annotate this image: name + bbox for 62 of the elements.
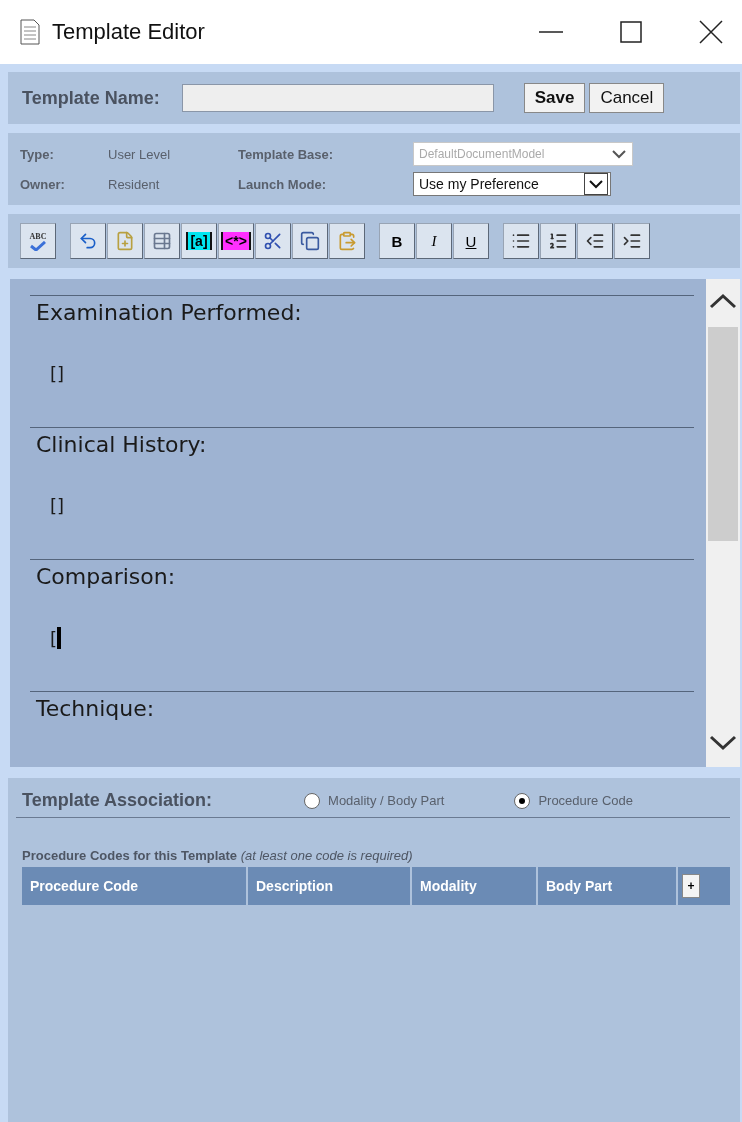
outdent-icon: [585, 231, 605, 251]
new-document-icon: [115, 231, 135, 251]
dropdown[interactable]: Use my Preference: [413, 172, 611, 196]
field-label: Template Base:: [238, 146, 335, 162]
italic-button[interactable]: I: [416, 223, 452, 259]
numbered-list-icon: [548, 231, 568, 251]
maximize-icon[interactable]: [618, 19, 644, 45]
indent-button[interactable]: [614, 223, 650, 259]
column-header: Procedure Code: [22, 867, 246, 905]
outdent-button[interactable]: [577, 223, 613, 259]
field-label: Owner:: [20, 176, 66, 192]
text-cursor: [57, 627, 62, 649]
bulleted-list-icon: [511, 231, 531, 251]
scrollbar[interactable]: [706, 279, 740, 767]
field-button[interactable]: [144, 223, 180, 259]
paste-button[interactable]: [329, 223, 365, 259]
column-header: Description: [248, 867, 410, 905]
checkmark-icon: [29, 240, 47, 251]
caret-icon: [584, 173, 608, 195]
scrollbar-thumb[interactable]: [708, 327, 738, 541]
underline-button[interactable]: U: [453, 223, 489, 259]
tag-button[interactable]: <*>: [218, 223, 254, 259]
field-icon: [152, 231, 172, 251]
cancel-button[interactable]: Cancel: [589, 83, 665, 113]
copy-icon: [300, 231, 320, 251]
template-name-label: Template Name:: [22, 87, 160, 109]
field-value: Resident: [108, 176, 161, 192]
undo-icon: [78, 231, 98, 251]
close-icon[interactable]: [698, 19, 724, 45]
save-button[interactable]: Save: [523, 83, 586, 113]
radio-option[interactable]: Procedure Code: [514, 792, 634, 809]
numbered-list-button[interactable]: [540, 223, 576, 259]
add-button[interactable]: +: [682, 874, 700, 898]
undo-button[interactable]: [70, 223, 106, 259]
template-name-field[interactable]: [181, 84, 494, 112]
column-header: Modality: [412, 867, 536, 905]
section-heading: Clinical History:: [36, 432, 208, 457]
placeholder-brackets: [: [50, 627, 58, 649]
section-heading: Examination Performed:: [36, 300, 303, 325]
table-caption: Procedure Codes for this Template (at least one code is required): [22, 848, 414, 863]
new-document-button[interactable]: [107, 223, 143, 259]
field-label: Type:: [20, 146, 55, 162]
field-value: User Level: [108, 146, 172, 162]
placeholder-brackets: []: [50, 363, 65, 384]
field-label: Launch Mode:: [238, 176, 328, 192]
scissors-button[interactable]: [255, 223, 291, 259]
window-title: Template Editor: [52, 19, 206, 45]
tag-button[interactable]: [a]: [181, 223, 217, 259]
indent-icon: [622, 231, 642, 251]
placeholder-brackets: []: [50, 495, 65, 516]
column-header: Body Part: [538, 867, 676, 905]
bulleted-list-button[interactable]: [503, 223, 539, 259]
document-icon: [20, 19, 40, 45]
copy-button[interactable]: [292, 223, 328, 259]
radio-option[interactable]: Modality / Body Part: [304, 792, 445, 809]
template-association-label: Template Association:: [22, 790, 213, 811]
spellcheck-button[interactable]: ABC: [20, 223, 56, 259]
bold-button[interactable]: B: [379, 223, 415, 259]
paste-icon: [337, 231, 357, 251]
section-heading: Technique:: [36, 696, 156, 721]
section-heading: Comparison:: [36, 564, 177, 589]
scissors-icon: [263, 231, 283, 251]
